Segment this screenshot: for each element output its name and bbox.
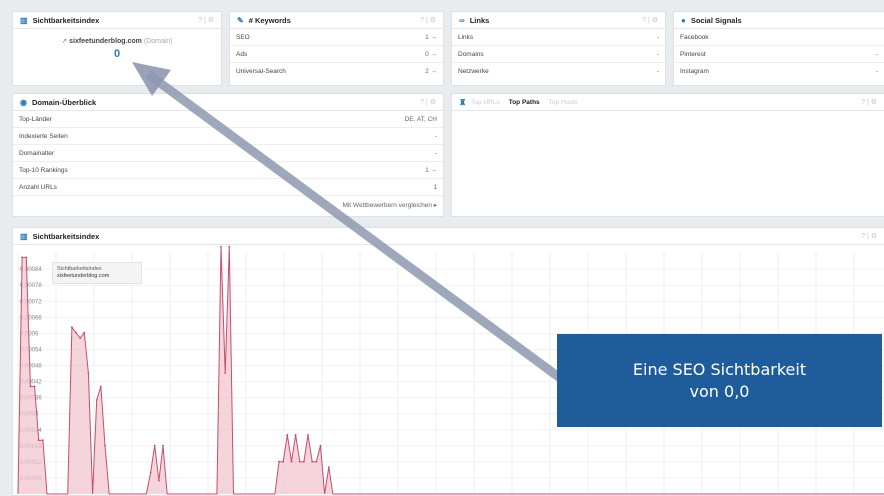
annotation-line-1: Eine SEO Sichtbarkeit (632, 359, 807, 379)
chart-point[interactable] (153, 444, 156, 447)
chart-point[interactable] (158, 479, 160, 482)
annotation-line-2: von 0,0 (689, 381, 750, 401)
chart-point[interactable] (224, 372, 227, 374)
chart-point[interactable] (220, 245, 222, 248)
chart-point[interactable] (29, 385, 32, 388)
chart-point[interactable] (294, 433, 297, 436)
chart-point[interactable] (319, 444, 322, 447)
chart-point[interactable] (282, 460, 285, 463)
chart-point[interactable] (21, 256, 23, 259)
chart-point[interactable] (95, 399, 98, 401)
chart-point[interactable] (104, 444, 106, 447)
chart-point[interactable] (87, 372, 90, 374)
chart-point[interactable] (100, 385, 102, 388)
chart-point[interactable] (71, 326, 73, 329)
chart-point[interactable] (42, 439, 44, 442)
legend-title: Sichtbarkeitsindex (57, 266, 102, 272)
legend-domain: sixfeetunderblog.com (57, 273, 110, 279)
chart-legend: Sichtbarkeitsindex sixfeetunderblog.com (52, 262, 142, 284)
chart-point[interactable] (228, 245, 231, 248)
chart-point[interactable] (79, 337, 82, 339)
chart-point[interactable] (303, 460, 305, 463)
chart-point[interactable] (83, 331, 86, 334)
chart-point[interactable] (286, 433, 289, 436)
chart-point[interactable] (278, 460, 280, 463)
chart-point[interactable] (311, 460, 314, 463)
chart-point[interactable] (307, 433, 309, 436)
chart-point[interactable] (37, 439, 40, 442)
chart-point[interactable] (33, 385, 36, 388)
chart-point[interactable] (75, 331, 77, 334)
chart-point[interactable] (162, 444, 164, 447)
chart-point[interactable] (290, 460, 293, 463)
chart-point[interactable] (298, 460, 301, 463)
chart-point[interactable] (315, 460, 318, 463)
chart-point[interactable] (25, 256, 28, 259)
chart-point[interactable] (327, 466, 330, 468)
chart-point[interactable] (149, 471, 152, 474)
annotation-box: Eine SEO Sichtbarkeit von 0,0 (557, 334, 882, 427)
pointer-arrow (132, 62, 563, 382)
